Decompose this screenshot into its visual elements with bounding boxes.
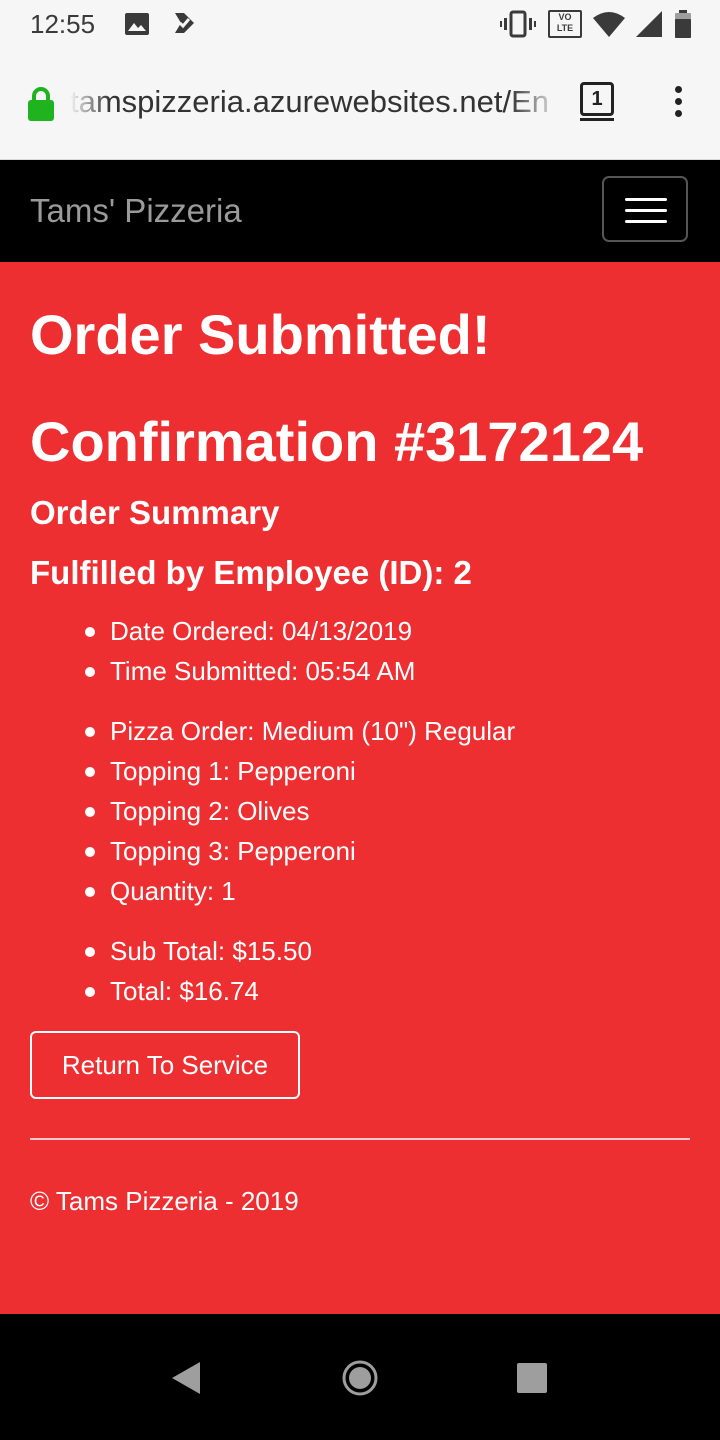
list-item: Sub Total: $15.50 [0,931,312,971]
order-date-list: Date Ordered: 04/13/2019 Time Submitted:… [0,611,415,691]
list-item: Time Submitted: 05:54 AM [0,651,415,691]
order-totals-list: Sub Total: $15.50 Total: $16.74 [0,931,312,1011]
hamburger-menu-button[interactable] [602,176,688,242]
list-item: Topping 2: Olives [0,791,515,831]
footer-divider [30,1138,690,1140]
battery-icon [675,10,691,38]
list-item: Date Ordered: 04/13/2019 [0,611,415,651]
order-summary-heading: Order Summary [30,494,280,531]
tab-switcher-button[interactable]: 1 [580,82,614,121]
home-icon[interactable] [342,1360,378,1396]
volte-icon: VO LTE [548,10,582,38]
list-item: Total: $16.74 [0,971,312,1011]
list-item: Pizza Order: Medium (10") Regular [0,711,515,751]
status-bar: 12:55 VO LTE [0,0,720,48]
order-items-list: Pizza Order: Medium (10") Regular Toppin… [0,711,515,911]
volte-label: VO LTE [548,10,582,38]
more-options-icon[interactable] [668,86,688,122]
footer-copyright: © Tams Pizzeria - 2019 [30,1186,299,1216]
url-bar[interactable]: tamspizzeria.azurewebsites.net/En [70,84,560,124]
page-title: Order Submitted! [30,303,491,366]
wifi-icon [593,12,625,37]
site-navbar: Tams' Pizzeria [0,160,720,262]
list-item: Topping 3: Pepperoni [0,831,515,871]
return-to-service-button[interactable]: Return To Service [30,1031,300,1099]
system-navigation-bar [0,1314,720,1440]
signal-icon [636,11,662,37]
vibrate-icon [500,10,536,38]
lock-icon [28,87,54,121]
image-icon [125,13,149,35]
list-item: Quantity: 1 [0,871,515,911]
recent-apps-icon[interactable] [516,1362,548,1394]
browser-toolbar: tamspizzeria.azurewebsites.net/En 1 [0,48,720,160]
status-time: 12:55 [30,9,96,39]
list-item: Topping 1: Pepperoni [0,751,515,791]
confirmation-number: Confirmation #3172124 [30,410,644,473]
main-content: Order Submitted! Confirmation #3172124 O… [0,262,720,1314]
back-icon[interactable] [170,1360,202,1396]
brand-link[interactable]: Tams' Pizzeria [30,192,242,230]
notification-icon [175,13,194,33]
fulfilled-by-heading: Fulfilled by Employee (ID): 2 [30,554,472,591]
